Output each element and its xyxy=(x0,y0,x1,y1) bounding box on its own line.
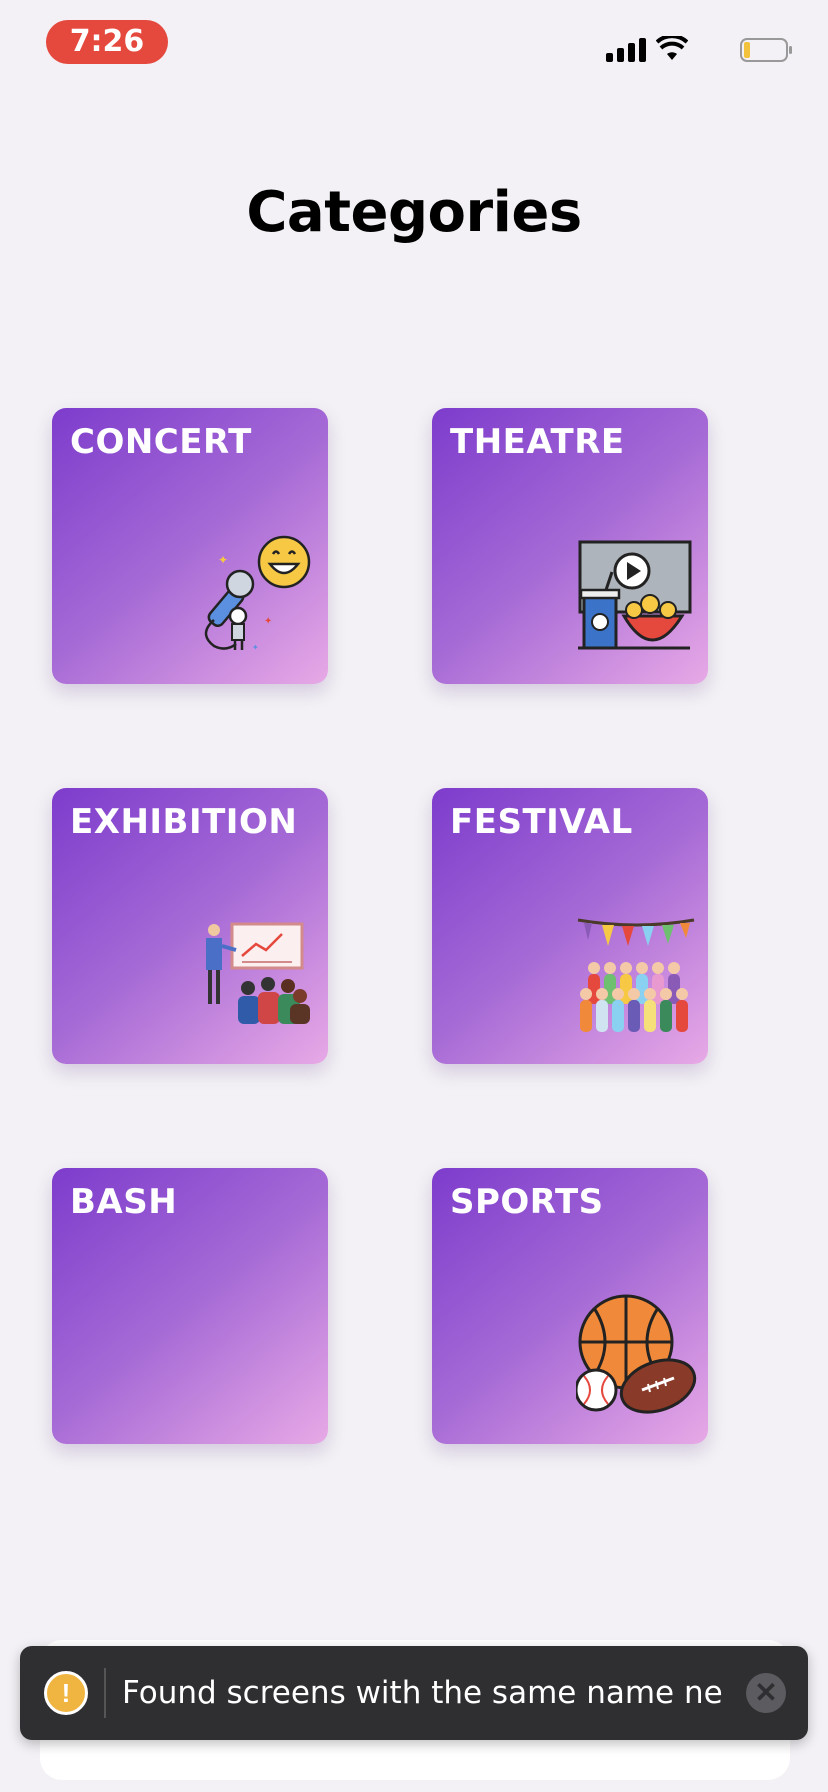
cinema-icon xyxy=(578,540,692,650)
svg-text:✦: ✦ xyxy=(264,616,272,627)
category-card-theatre[interactable]: THEATRE xyxy=(432,408,708,684)
wifi-icon xyxy=(656,36,688,60)
presentation-icon xyxy=(206,922,310,1024)
status-time: 7:26 xyxy=(46,20,168,64)
category-label: THEATRE xyxy=(450,422,625,462)
status-icons xyxy=(606,34,688,64)
category-label: FESTIVAL xyxy=(450,802,633,842)
category-card-festival[interactable]: FESTIVAL xyxy=(432,788,708,1064)
category-label: CONCERT xyxy=(70,422,252,462)
svg-text:✦: ✦ xyxy=(252,643,259,652)
sports-balls-icon xyxy=(576,1294,697,1414)
cellular-signal-icon xyxy=(606,36,646,62)
category-card-exhibition[interactable]: EXHIBITION xyxy=(52,788,328,1064)
svg-text:✦: ✦ xyxy=(218,553,228,567)
category-card-bash[interactable]: BASH xyxy=(52,1168,328,1444)
battery-icon xyxy=(740,38,792,62)
category-label: EXHIBITION xyxy=(70,802,298,842)
toast-divider xyxy=(104,1668,106,1718)
microphone-icon: ✦ ✦ ✦ xyxy=(204,535,311,652)
festival-crowd-icon xyxy=(577,918,695,1032)
page-title: Categories xyxy=(246,180,582,245)
warning-icon: ! xyxy=(44,1671,88,1715)
toast-message: Found screens with the same name ne... xyxy=(122,1675,722,1711)
toast-notification[interactable]: ! Found screens with the same name ne...… xyxy=(20,1646,808,1740)
category-card-sports[interactable]: SPORTS xyxy=(432,1168,708,1444)
category-label: BASH xyxy=(70,1182,178,1222)
category-card-concert[interactable]: CONCERT ✦ ✦ ✦ xyxy=(52,408,328,684)
category-label: SPORTS xyxy=(450,1182,604,1222)
close-icon[interactable]: ✕ xyxy=(746,1673,786,1713)
